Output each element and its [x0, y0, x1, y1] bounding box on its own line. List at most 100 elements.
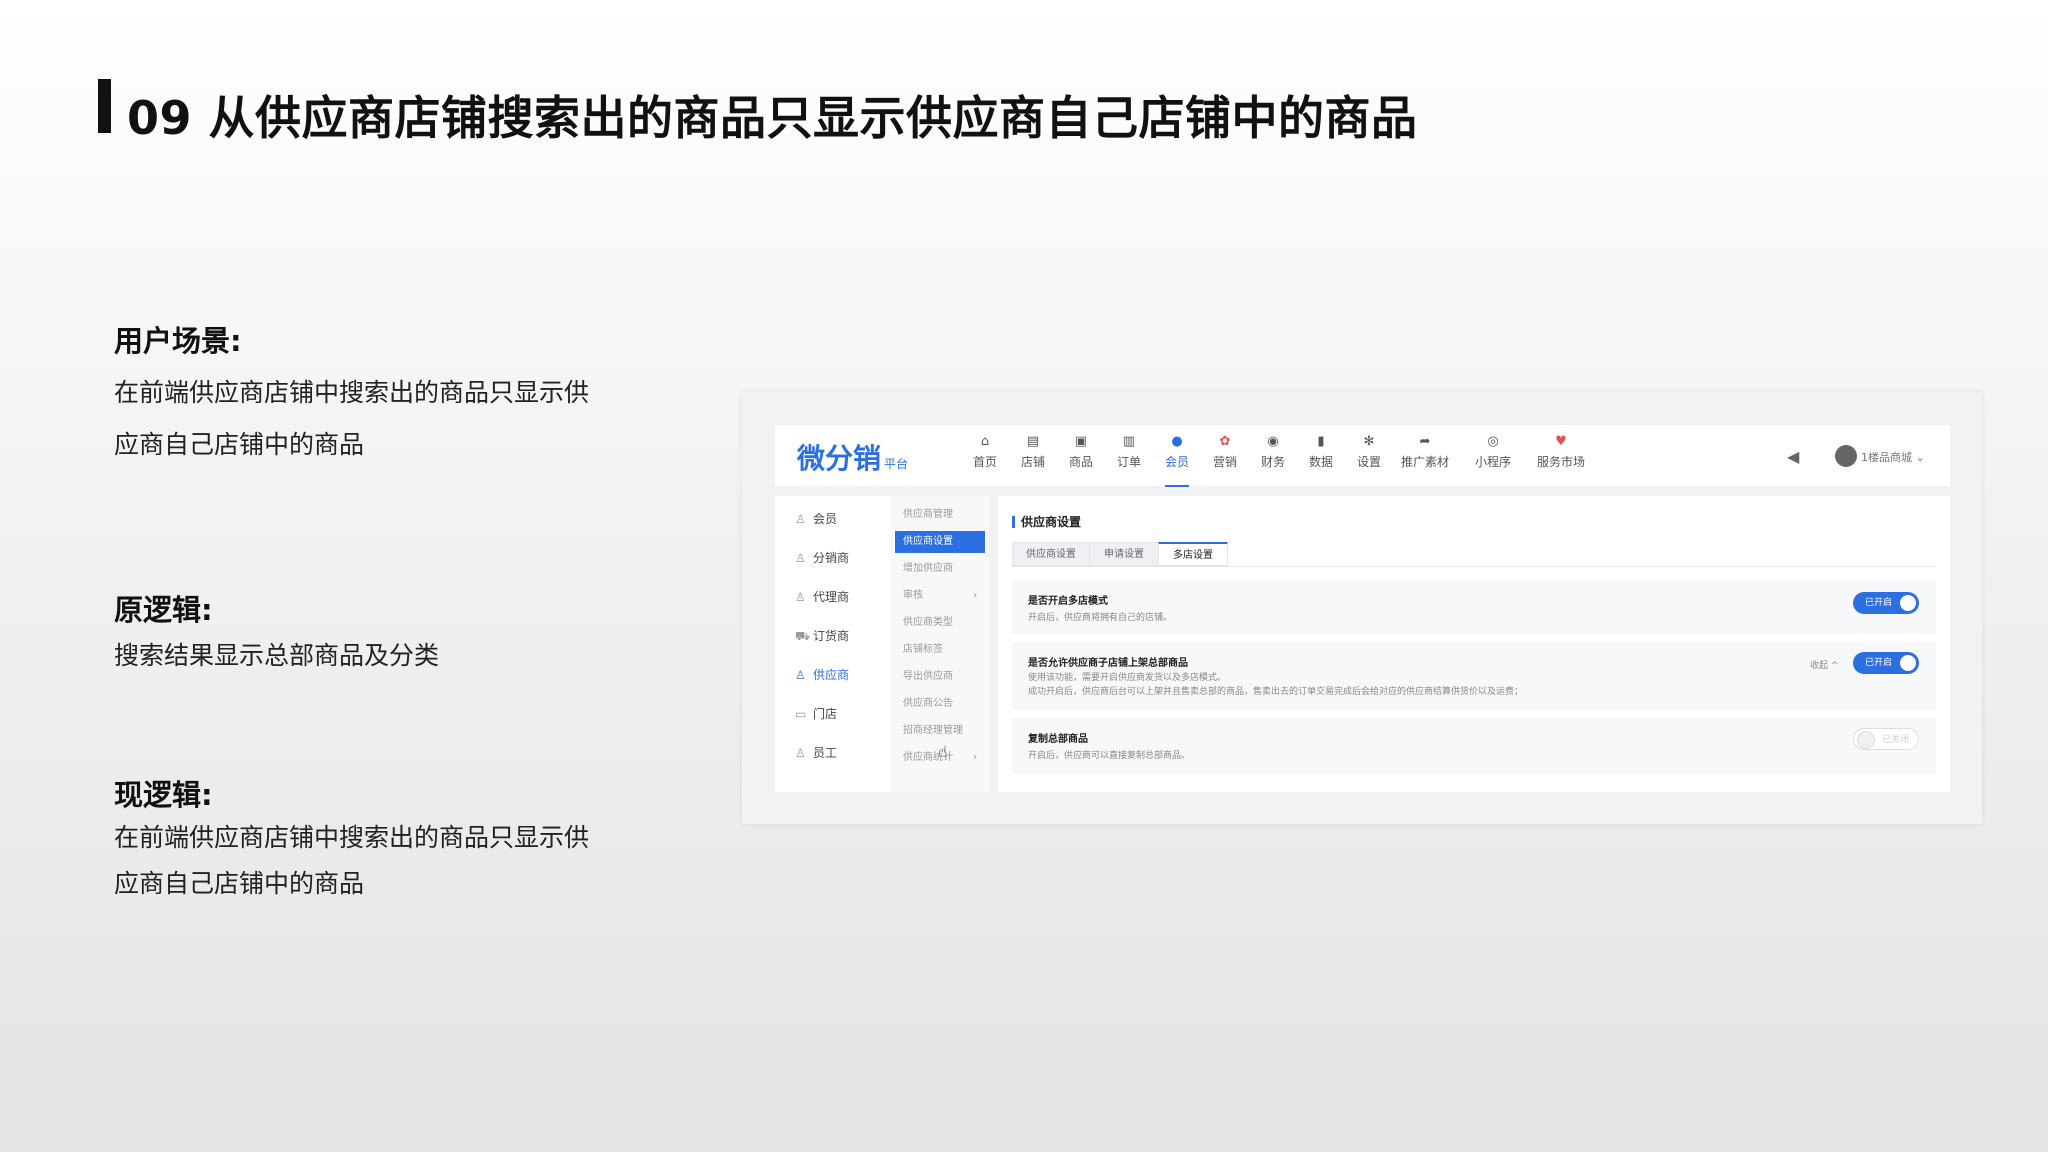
- tab-multistore-settings[interactable]: 多店设置: [1158, 542, 1228, 566]
- gear-icon: ✻: [1363, 434, 1375, 449]
- new-logic-heading: 现逻辑:: [114, 778, 213, 812]
- logo-text: 微分销: [797, 442, 882, 475]
- nav-goods[interactable]: ▣ 商品: [1057, 435, 1105, 470]
- new-logic-text: 在前端供应商店铺中搜索出的商品只显示供 应商自己店铺中的商品: [114, 815, 634, 907]
- submenu-item[interactable]: 导出供应商: [895, 666, 985, 688]
- nav-home[interactable]: ⌂ 首页: [961, 435, 1009, 470]
- hq-goods-toggle[interactable]: 已开启: [1853, 652, 1919, 674]
- goods-icon: ▣: [1074, 434, 1088, 449]
- submenu-item[interactable]: 供应商公告: [895, 693, 985, 715]
- setting-desc: 开启后，供应商将拥有自己的店铺。: [1028, 613, 1173, 623]
- submenu-label: 审核: [903, 590, 923, 601]
- nav-promo[interactable]: ➦ 推广素材: [1393, 435, 1457, 470]
- mouse-cursor-icon: ☝: [938, 742, 948, 761]
- toggle-knob: [1900, 655, 1916, 671]
- store-name: 1楼品商城: [1861, 451, 1912, 464]
- sidebar-item-shop[interactable]: ▭ 门店: [795, 705, 837, 722]
- nav-label: 小程序: [1474, 455, 1511, 469]
- toggle-knob: [1900, 595, 1916, 611]
- multistore-toggle[interactable]: 已开启: [1853, 592, 1919, 614]
- sidebar-item-label: 门店: [813, 707, 838, 721]
- sidebar-item-distributor[interactable]: ♙ 分销商: [795, 549, 849, 566]
- app-logo[interactable]: 微分销 平台: [797, 437, 908, 477]
- old-logic-heading: 原逻辑:: [114, 593, 213, 627]
- order-icon: ▥: [1122, 434, 1136, 449]
- nav-data[interactable]: ▮ 数据: [1297, 435, 1345, 470]
- top-nav-bar: 微分销 平台 ⌂ 首页 ▤ 店铺 ▣ 商品 ▥ 订单 ● 会员 ✿ 营销 ◉ 财务 ▮ 数据 ✻ 设…: [775, 425, 1950, 487]
- store-icon: ▤: [1026, 434, 1040, 449]
- setting-hq-goods: 是否允许供应商子店铺上架总部商品 使用该功能，需要开启供应商发货以及多店模式。 …: [1012, 642, 1936, 710]
- member-icon: ●: [1171, 434, 1183, 449]
- submenu-item[interactable]: 供应商管理: [895, 504, 985, 526]
- sidebar-item-supplier[interactable]: ♙ 供应商: [795, 666, 849, 683]
- nav-label: 服务市场: [1536, 455, 1585, 469]
- nav-marketing[interactable]: ✿ 营销: [1201, 435, 1249, 470]
- setting-title: 是否允许供应商子店铺上架总部商品: [1028, 658, 1188, 669]
- store-switcher[interactable]: 1楼品商城 ⌄: [1861, 449, 1925, 465]
- submenu-item[interactable]: 供应商类型: [895, 612, 985, 634]
- sidebar-item-orderer[interactable]: ⛟ 订货商: [795, 627, 849, 645]
- setting-desc: 成功开启后，供应商后台可以上架并且售卖总部的商品，售卖出去的订单交易完成后会给对…: [1028, 687, 1524, 697]
- nav-label: 首页: [972, 455, 997, 469]
- admin-screenshot: 微分销 平台 ⌂ 首页 ▤ 店铺 ▣ 商品 ▥ 订单 ● 会员 ✿ 营销 ◉ 财务 ▮ 数据 ✻ 设…: [742, 392, 1982, 824]
- tab-supplier-settings[interactable]: 供应商设置: [1012, 542, 1090, 566]
- nav-label: 设置: [1356, 455, 1381, 469]
- nav-store[interactable]: ▤ 店铺: [1009, 435, 1057, 470]
- content-title: 供应商设置: [1012, 516, 1081, 528]
- submenu-item-review[interactable]: 审核 ›: [895, 585, 985, 607]
- user-icon: ♙: [795, 746, 806, 760]
- chart-icon: ▮: [1317, 434, 1325, 449]
- sidebar-item-label: 代理商: [813, 590, 850, 604]
- nav-miniapp[interactable]: ◎ 小程序: [1465, 435, 1521, 470]
- scenario-line-1: 在前端供应商店铺中搜索出的商品只显示供: [114, 378, 590, 407]
- home-icon: ⌂: [980, 434, 990, 449]
- shop-icon: ▭: [795, 707, 807, 721]
- sidebar-item-member[interactable]: ♙ 会员: [795, 510, 837, 527]
- toggle-knob: [1857, 731, 1875, 749]
- sidebar-item-agent[interactable]: ♙ 代理商: [795, 588, 849, 605]
- collapse-link[interactable]: 收起 ^: [1810, 658, 1838, 671]
- main-content: 供应商设置 供应商设置 申请设置 多店设置 是否开启多店模式 开启后，供应商将拥…: [998, 496, 1950, 792]
- nav-settings[interactable]: ✻ 设置: [1345, 435, 1393, 470]
- setting-title: 复制总部商品: [1028, 734, 1088, 745]
- submenu-item[interactable]: 店铺标签: [895, 639, 985, 661]
- user-icon: ♙: [795, 590, 806, 604]
- title-accent-bar: [98, 79, 111, 133]
- scenario-heading: 用户场景:: [114, 324, 242, 358]
- miniapp-icon: ◎: [1487, 434, 1499, 449]
- chevron-down-icon: ⌄: [1915, 451, 1925, 464]
- nav-label: 商品: [1068, 455, 1093, 469]
- nav-label: 推广素材: [1400, 455, 1449, 469]
- toggle-label: 已关闭: [1882, 735, 1910, 745]
- avatar[interactable]: [1835, 445, 1857, 467]
- nav-market[interactable]: ♥ 服务市场: [1529, 435, 1593, 470]
- submenu-item-active[interactable]: 供应商设置: [895, 531, 985, 553]
- sidebar-item-label: 员工: [813, 746, 838, 760]
- submenu-item[interactable]: 增加供应商: [895, 558, 985, 580]
- sidebar-item-staff[interactable]: ♙ 员工: [795, 744, 837, 761]
- nav-order[interactable]: ▥ 订单: [1105, 435, 1153, 470]
- scenario-line-2: 应商自己店铺中的商品: [114, 430, 365, 459]
- toggle-label: 已开启: [1865, 658, 1893, 668]
- nav-finance[interactable]: ◉ 财务: [1249, 435, 1297, 470]
- nav-member[interactable]: ● 会员: [1153, 434, 1201, 487]
- chevron-right-icon: ›: [973, 590, 977, 601]
- copy-goods-toggle[interactable]: 已关闭: [1853, 728, 1919, 750]
- sidebar-item-label: 会员: [813, 512, 838, 526]
- new-logic-line-1: 在前端供应商店铺中搜索出的商品只显示供: [114, 823, 590, 852]
- speaker-icon[interactable]: ◀: [1787, 447, 1799, 466]
- sidebar-item-label: 订货商: [813, 629, 850, 643]
- slide-title: 09 从供应商店铺搜索出的商品只显示供应商自己店铺中的商品: [127, 91, 1418, 145]
- finance-icon: ◉: [1267, 434, 1279, 449]
- cart-icon: ⛟: [795, 629, 811, 643]
- nav-label: 营销: [1212, 455, 1237, 469]
- tab-apply-settings[interactable]: 申请设置: [1089, 542, 1159, 566]
- setting-title: 是否开启多店模式: [1028, 596, 1108, 607]
- toggle-label: 已开启: [1865, 598, 1893, 608]
- share-icon: ➦: [1419, 434, 1431, 449]
- chevron-right-icon: ›: [973, 752, 977, 763]
- marketing-icon: ✿: [1219, 434, 1231, 449]
- submenu-item[interactable]: 招商经理管理: [895, 720, 985, 742]
- nav-label: 店铺: [1020, 455, 1045, 469]
- nav-label: 数据: [1308, 455, 1333, 469]
